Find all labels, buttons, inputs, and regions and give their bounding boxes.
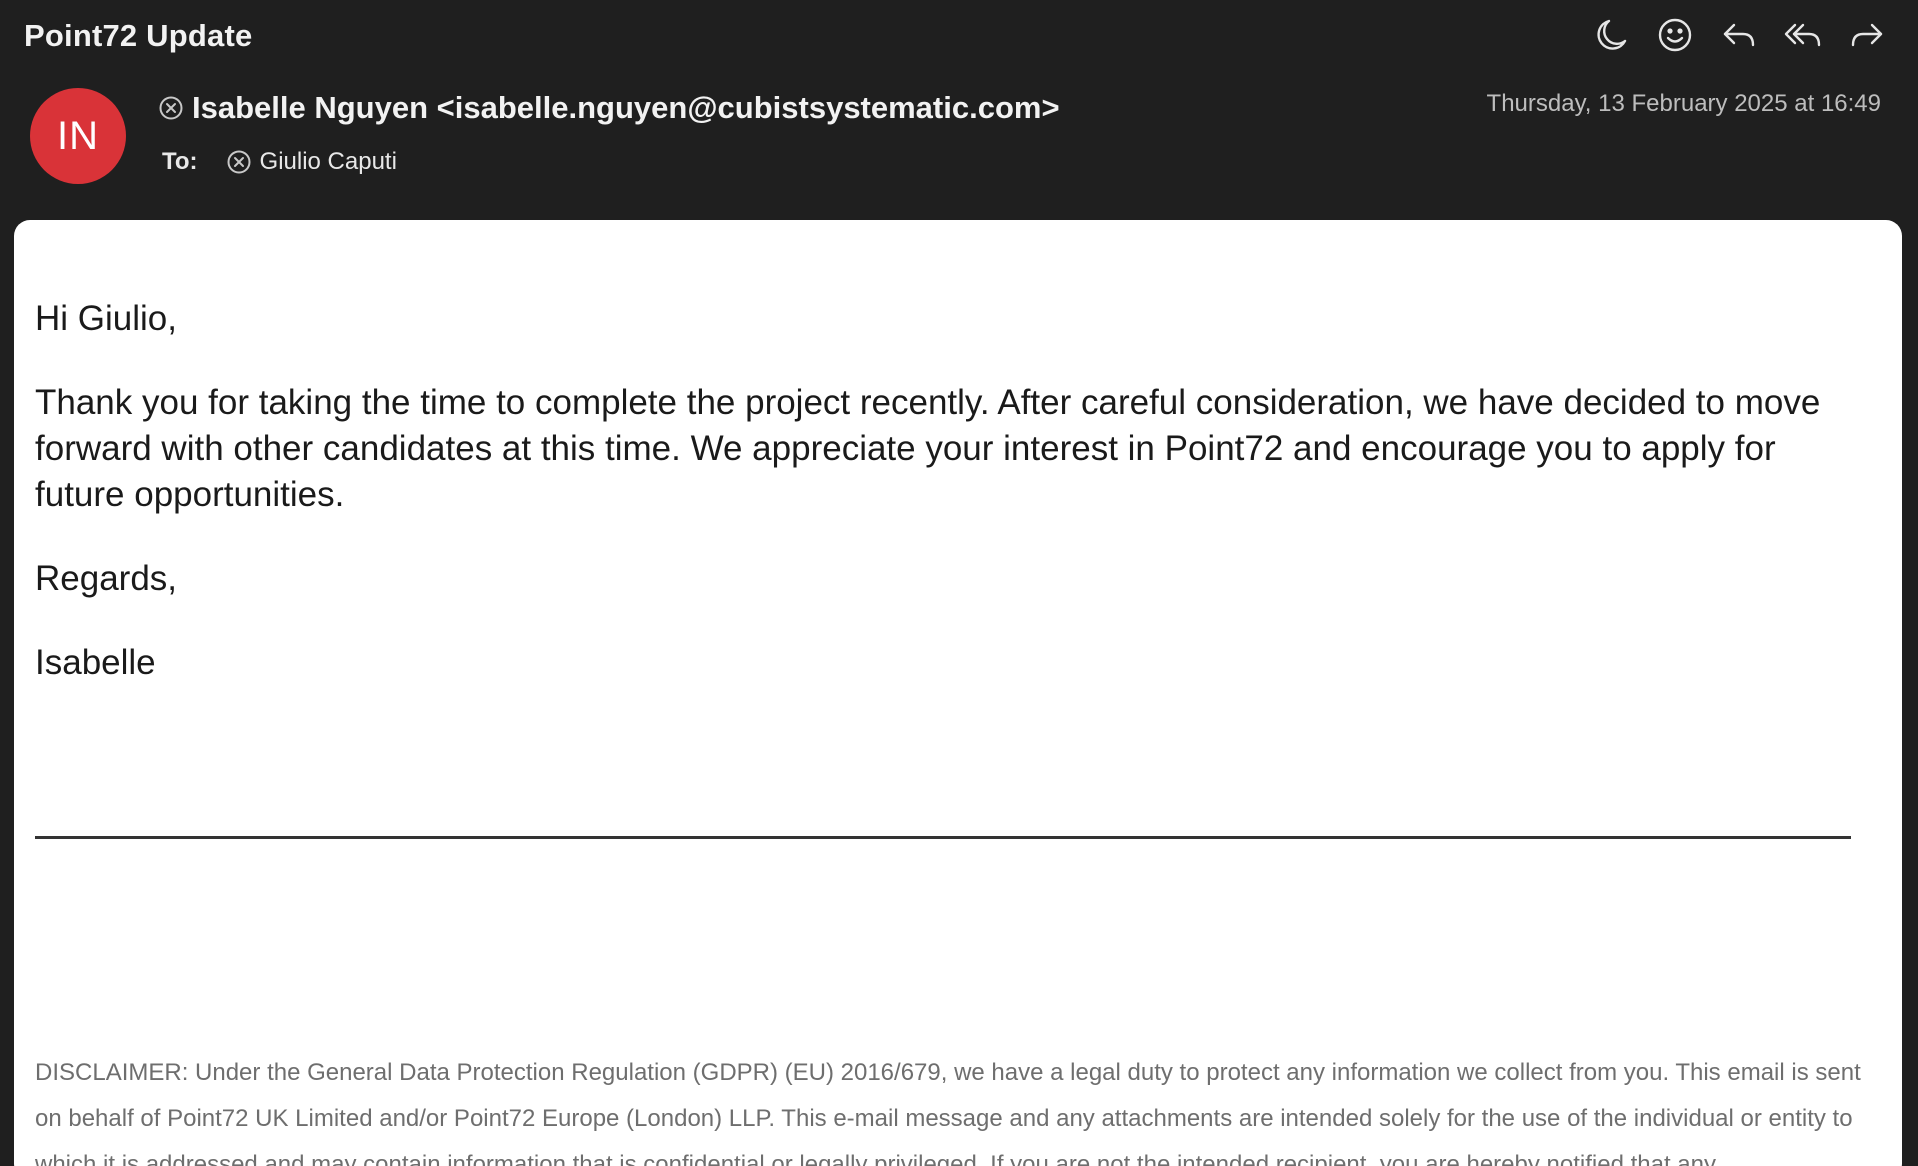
sender-avatar[interactable]: IN — [30, 88, 126, 184]
email-subject: Point72 Update — [24, 18, 253, 53]
reply-button[interactable] — [1718, 12, 1760, 58]
mute-button[interactable] — [1590, 12, 1632, 58]
sender-line: Isabelle Nguyen <isabelle.nguyen@cubists… — [158, 90, 1060, 126]
remove-sender-icon[interactable] — [158, 95, 184, 121]
moon-icon — [1597, 19, 1627, 50]
reply-icon — [1723, 23, 1755, 47]
message-toolbar — [1590, 12, 1888, 58]
recipient-token[interactable]: Giulio Caputi — [226, 148, 397, 176]
greeting-text: Hi Giulio, — [35, 299, 177, 338]
mail-window: Point72 Update IN Isabelle Nguyen <isabe… — [0, 0, 1918, 1166]
email-date: Thursday, 13 February 2025 at 16:49 — [1486, 90, 1881, 117]
reply-all-icon — [1784, 23, 1821, 47]
message-content: Hi Giulio, Thank you for taking the time… — [35, 296, 1865, 686]
sender-name[interactable]: Isabelle Nguyen <isabelle.nguyen@cubists… — [192, 90, 1060, 126]
remove-recipient-icon[interactable] — [226, 149, 252, 175]
forward-button[interactable] — [1846, 12, 1888, 58]
body-paragraph: Thank you for taking the time to complet… — [35, 383, 1821, 514]
reaction-button[interactable] — [1654, 12, 1696, 58]
message-body: Hi Giulio, Thank you for taking the time… — [14, 220, 1902, 1166]
reply-all-button[interactable] — [1782, 12, 1824, 58]
disclaimer-text: DISCLAIMER: Under the General Data Prote… — [35, 1059, 1861, 1166]
to-label: To: — [162, 148, 198, 175]
signature-text: Isabelle — [35, 643, 156, 682]
smiley-icon — [1658, 18, 1692, 52]
recipient-name[interactable]: Giulio Caputi — [260, 148, 397, 176]
recipient-line: To: Giulio Caputi — [162, 148, 397, 176]
forward-icon — [1851, 23, 1883, 47]
signature-divider — [35, 836, 1851, 839]
closing-text: Regards, — [35, 559, 178, 598]
